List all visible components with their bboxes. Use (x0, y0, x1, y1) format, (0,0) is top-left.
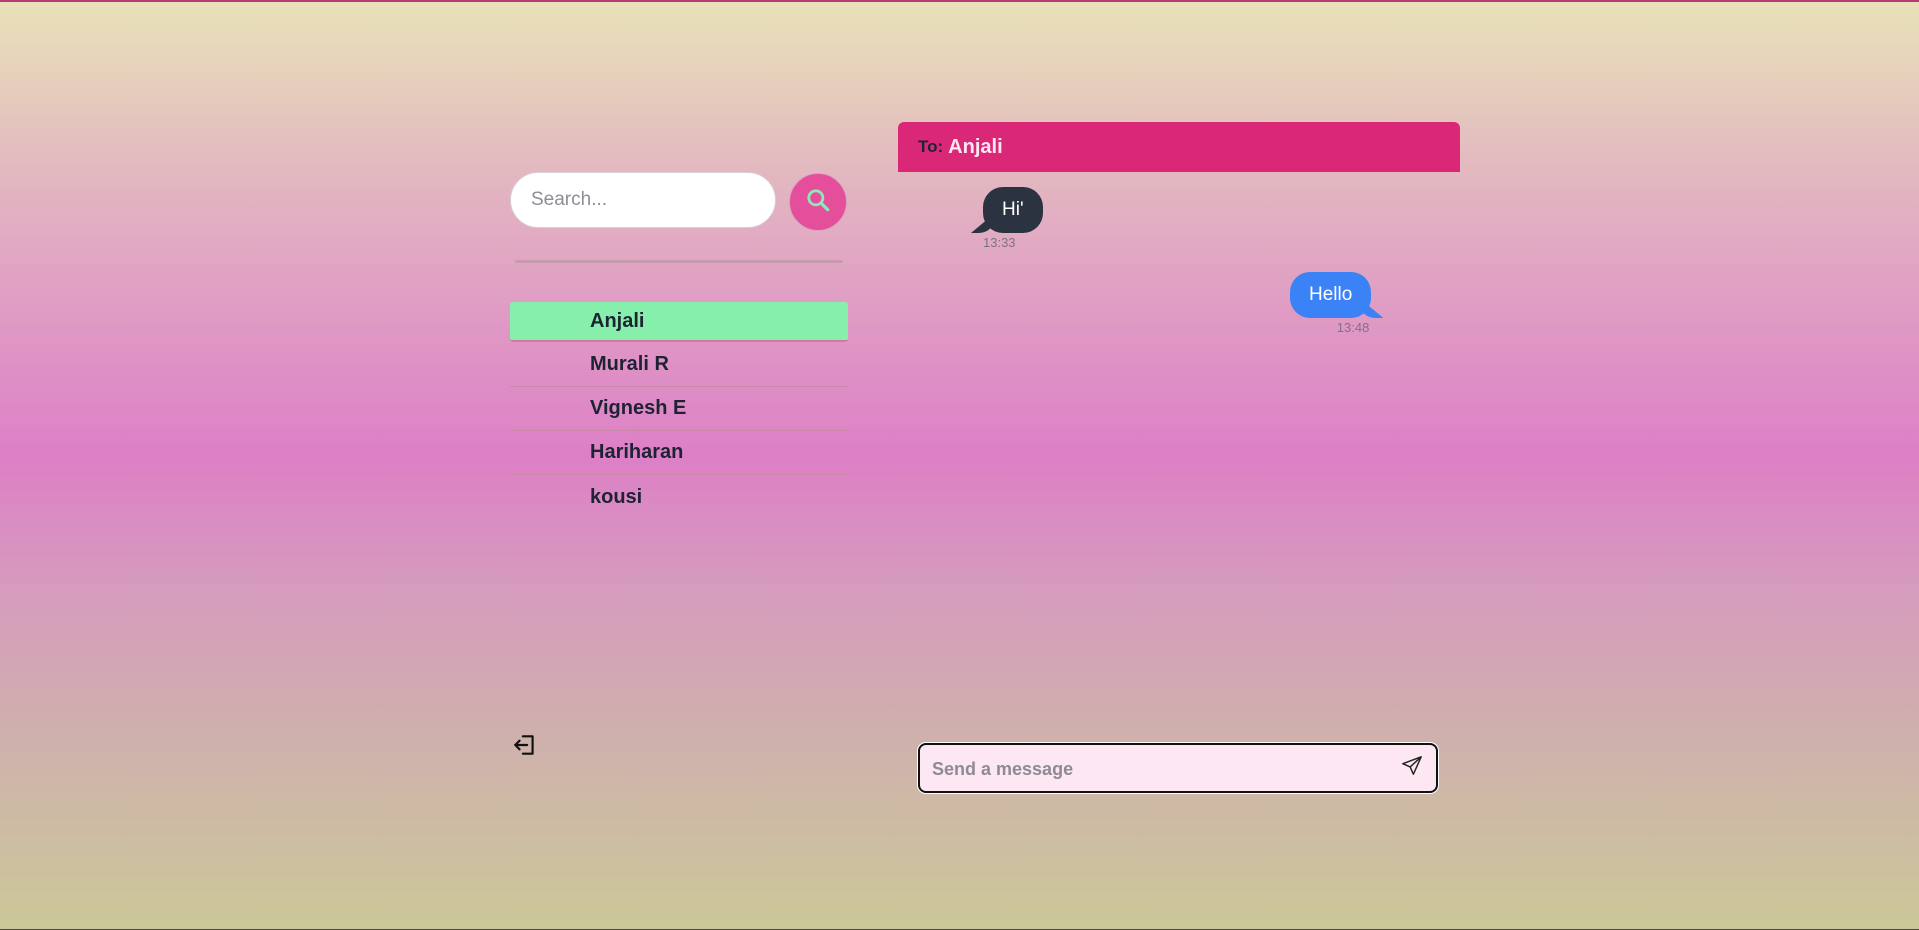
search-bar (510, 172, 850, 232)
to-label: To: (918, 137, 944, 156)
contact-name: kousi (590, 485, 643, 508)
message-bubble: Hello (1290, 272, 1372, 318)
contact-name: Vignesh E (590, 397, 687, 419)
message-time: 13:33 (983, 235, 1016, 250)
sidebar: Anjali Murali R Vignesh E Hariharan kous… (510, 170, 850, 770)
chat-header: To: Anjali (898, 122, 1460, 172)
recipient-name: Anjali (948, 135, 1003, 158)
send-icon (1401, 755, 1423, 782)
top-border (0, 0, 1919, 2)
message-input[interactable] (930, 745, 1384, 793)
search-input[interactable] (510, 172, 776, 228)
contact-item-vignesh-e[interactable]: Vignesh E (510, 387, 848, 431)
message-composer (918, 743, 1438, 793)
logout-icon (512, 732, 538, 763)
contact-name: Murali R (590, 353, 669, 375)
contact-item-murali-r[interactable]: Murali R (510, 343, 848, 387)
contact-item-kousi[interactable]: kousi (510, 475, 848, 519)
sidebar-divider (515, 260, 843, 263)
chat-panel: To: Anjali Hi' 13:33 Hello 13:48 (898, 122, 1460, 802)
message-outgoing: Hello 13:48 (1290, 272, 1372, 335)
search-icon (805, 187, 831, 218)
contact-item-anjali[interactable]: Anjali (510, 302, 848, 342)
contact-name: Hariharan (590, 441, 684, 463)
contact-item-hariharan[interactable]: Hariharan (510, 431, 848, 475)
message-incoming: Hi' 13:33 (983, 187, 1043, 250)
message-time: 13:48 (1336, 320, 1370, 335)
logout-button[interactable] (510, 732, 540, 762)
contact-name: Anjali (590, 309, 645, 332)
contact-list: Anjali Murali R Vignesh E Hariharan kous… (510, 302, 848, 519)
message-bubble: Hi' (983, 187, 1043, 233)
search-button[interactable] (789, 173, 847, 231)
send-button[interactable] (1400, 755, 1424, 782)
